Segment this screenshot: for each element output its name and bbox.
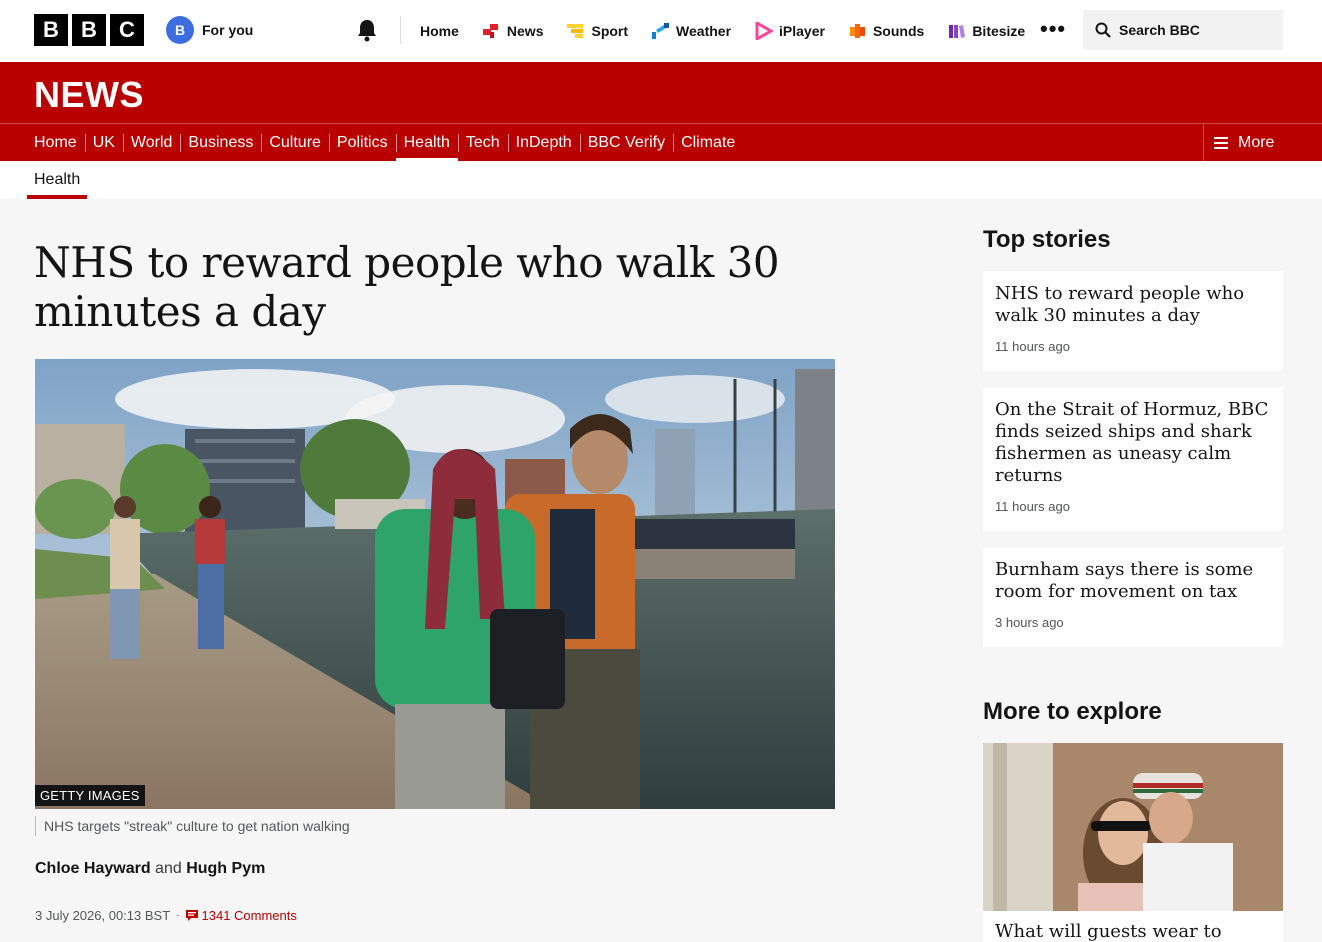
bitesize-icon <box>949 25 966 38</box>
top-nav-news[interactable]: News <box>482 22 544 40</box>
explore-photo <box>983 743 1283 911</box>
search-placeholder: Search BBC <box>1119 22 1200 38</box>
search-box[interactable]: Search BBC <box>1083 10 1283 50</box>
avatar: B <box>166 16 194 44</box>
article-hero-image <box>35 359 835 809</box>
separator-dot: · <box>176 910 180 921</box>
story-title: Burnham says there is some room for move… <box>995 559 1254 602</box>
news-icon <box>482 24 498 38</box>
article-headline: NHS to reward people who walk 30 minutes… <box>34 238 780 336</box>
more-menu-button[interactable]: More <box>1203 124 1322 161</box>
top-nav-weather[interactable]: Weather <box>652 22 731 40</box>
top-nav-label: News <box>506 23 544 39</box>
for-you-label: For you <box>202 22 254 38</box>
more-label: More <box>1238 133 1275 151</box>
sport-icon <box>567 24 584 38</box>
nav-link-health[interactable]: Health <box>395 124 459 162</box>
author-name[interactable]: Chloe Hayward <box>35 860 151 877</box>
nav-link-bbc-verify[interactable]: BBC Verify <box>579 124 673 161</box>
comments-count: 1341 Comments <box>201 908 297 923</box>
nav-link-culture[interactable]: Culture <box>261 124 329 161</box>
top-story-item[interactable]: On the Strait of Hormuz, BBC finds seize… <box>983 387 1283 531</box>
weather-icon <box>652 23 670 39</box>
bbc-masthead: B B C B For you Home News Sport Weather … <box>0 0 1322 62</box>
comments-link[interactable]: 1341 Comments <box>185 908 297 923</box>
top-story-item[interactable]: Burnham says there is some room for move… <box>983 547 1283 647</box>
author-name[interactable]: Hugh Pym <box>186 860 265 877</box>
article-meta: 3 July 2026, 00:13 BST · 1341 Comments <box>35 908 297 923</box>
top-nav-sounds[interactable]: Sounds <box>849 22 924 40</box>
byline-connector: and <box>155 860 182 877</box>
more-to-explore-heading: More to explore <box>983 698 1162 725</box>
news-banner: NEWS <box>0 62 1322 123</box>
nav-link-home[interactable]: Home <box>26 124 85 161</box>
article-byline: Chloe Hayward and Hugh Pym <box>35 860 265 878</box>
top-nav-label: Bitesize <box>972 23 1026 39</box>
top-nav-label: Weather <box>676 23 732 39</box>
news-section-nav: Home UK World Business Culture Politics Health… <box>0 123 1322 162</box>
divider <box>400 16 401 44</box>
story-title: NHS to reward people who walk 30 minutes… <box>995 283 1245 326</box>
bbc-logo-letter: B <box>72 14 106 46</box>
bbc-top-nav: Home News Sport Weather iPlayer Sounds B… <box>420 0 1049 62</box>
top-nav-label: iPlayer <box>779 23 825 39</box>
top-nav-label: Sounds <box>872 23 925 39</box>
more-services-button[interactable]: ••• <box>1040 18 1066 40</box>
section-tab-health[interactable]: Health <box>27 161 88 199</box>
image-credit: GETTY IMAGES <box>35 785 145 806</box>
bbc-logo[interactable]: B B C <box>34 14 144 46</box>
top-nav-label: Home <box>420 23 459 39</box>
bbc-logo-letter: B <box>34 14 68 46</box>
nav-link-business[interactable]: Business <box>180 124 261 161</box>
top-nav-iplayer[interactable]: iPlayer <box>755 22 825 40</box>
nav-link-climate[interactable]: Climate <box>673 124 743 161</box>
nav-link-politics[interactable]: Politics <box>328 124 396 161</box>
article-date: 3 July 2026, 00:13 BST <box>35 908 171 923</box>
comment-icon <box>185 909 198 921</box>
notifications-bell-icon[interactable] <box>356 18 378 42</box>
bbc-logo-letter: C <box>110 14 144 46</box>
top-nav-label: Sport <box>591 23 629 39</box>
top-nav-home[interactable]: Home <box>420 23 459 39</box>
story-time: 11 hours ago <box>995 339 1070 354</box>
top-nav-bitesize[interactable]: Bitesize <box>948 22 1025 40</box>
for-you-button[interactable]: B For you <box>166 16 253 44</box>
image-caption: NHS targets "streak" culture to get nati… <box>35 816 350 836</box>
section-bar: Health <box>0 161 1322 199</box>
canal-walkers-photo <box>35 359 835 809</box>
story-time: 11 hours ago <box>995 499 1070 514</box>
sounds-icon <box>849 24 865 38</box>
section-links: Home UK World Business Culture Politics Health… <box>26 124 743 162</box>
top-stories-heading: Top stories <box>983 226 1111 253</box>
nav-link-world[interactable]: World <box>122 124 181 161</box>
top-story-item[interactable]: NHS to reward people who walk 30 minutes… <box>983 271 1283 371</box>
story-time: 3 hours ago <box>995 615 1064 630</box>
iplayer-icon <box>755 22 774 40</box>
explore-story-title: What will guests wear to <box>995 921 1222 942</box>
nav-link-indepth[interactable]: InDepth <box>507 124 580 161</box>
search-icon <box>1095 22 1111 38</box>
hamburger-icon <box>1214 136 1228 149</box>
explore-story-image[interactable] <box>983 743 1283 911</box>
top-nav-sport[interactable]: Sport <box>567 22 628 40</box>
news-logo[interactable]: NEWS <box>34 74 144 116</box>
nav-link-tech[interactable]: Tech <box>457 124 508 161</box>
nav-link-uk[interactable]: UK <box>84 124 123 161</box>
explore-story-card[interactable]: What will guests wear to <box>983 911 1283 942</box>
story-title: On the Strait of Hormuz, BBC finds seize… <box>995 399 1269 486</box>
